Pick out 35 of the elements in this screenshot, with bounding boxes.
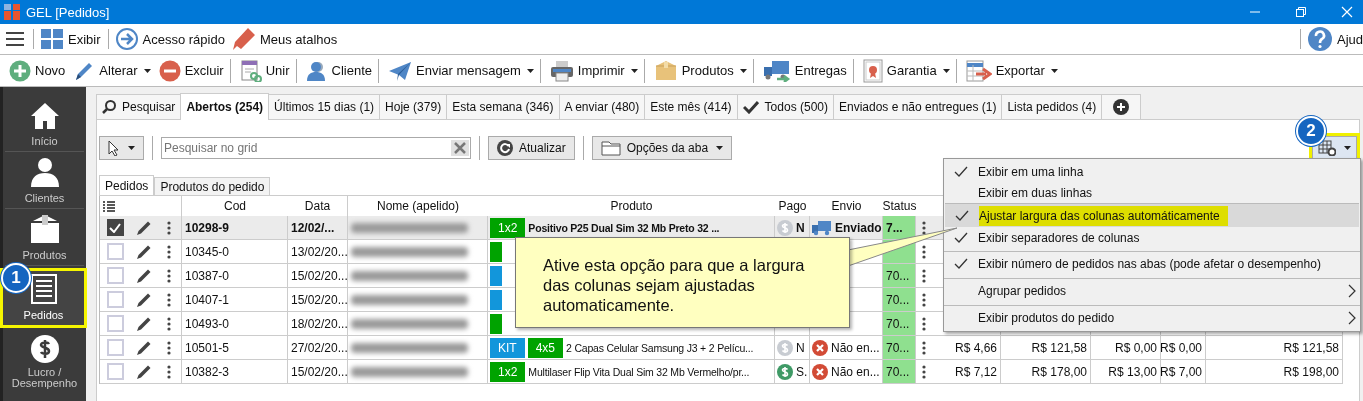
table-cell: R$ 4,66: [954, 340, 997, 355]
table-cell: R$ 121,58: [1031, 340, 1087, 355]
table-cell: N: [796, 340, 805, 355]
table-cell: R$ 178,00: [1031, 364, 1087, 379]
table-cell: 70...: [886, 364, 910, 379]
table-cell: Enviado: [835, 220, 882, 235]
table-cell: 70...: [886, 292, 910, 307]
table-cell: Multilaser Flip Vita Dual Sim 32 Mb Vermelho/pr...: [528, 365, 750, 378]
table-cell: 2 Capas Celular Samsung J3 + 2 Pelícu...: [566, 341, 754, 354]
table-cell: S.: [796, 364, 808, 379]
product-tag: KIT: [490, 337, 525, 358]
table-cell: R$ 7,00: [1161, 364, 1202, 379]
table-cell: R$ 198,00: [1283, 364, 1339, 379]
table-cell: R$ 7,12: [954, 364, 997, 379]
table-cell: Não en...: [831, 364, 880, 379]
window-title: GEL [Pedidos]: [26, 4, 110, 20]
table-cell: 70...: [886, 340, 910, 355]
table-cell: Positivo P25 Dual Sim 32 Mb Preto 32 ...: [528, 221, 720, 234]
step-number-tooltip: 1: [1, 263, 31, 293]
table-cell: 70...: [886, 316, 910, 331]
product-tag: 1x2: [490, 361, 526, 382]
table-cell: R$ 0,00: [1161, 340, 1202, 355]
table-cell: R$ 0,00: [1114, 340, 1157, 355]
table-cell: R$ 13,00: [1108, 364, 1157, 379]
step-number-tooltip: 2: [1296, 116, 1326, 146]
table-cell: 10382-3: [182, 360, 288, 384]
table-cell: 70...: [886, 268, 910, 283]
table-cell: N: [796, 220, 805, 235]
table-cell: Não en...: [831, 340, 880, 355]
table-cell: 7...: [886, 220, 903, 235]
table-cell: 15/02/20...: [288, 360, 348, 384]
callout-text: Ative esta opção para que a largura das colunas sejam ajustadas automaticamente.: [515, 237, 850, 328]
product-tag: 4x5: [527, 337, 564, 358]
table-cell: R$ 121,58: [1283, 340, 1339, 355]
product-tag: 1x2: [490, 217, 526, 238]
